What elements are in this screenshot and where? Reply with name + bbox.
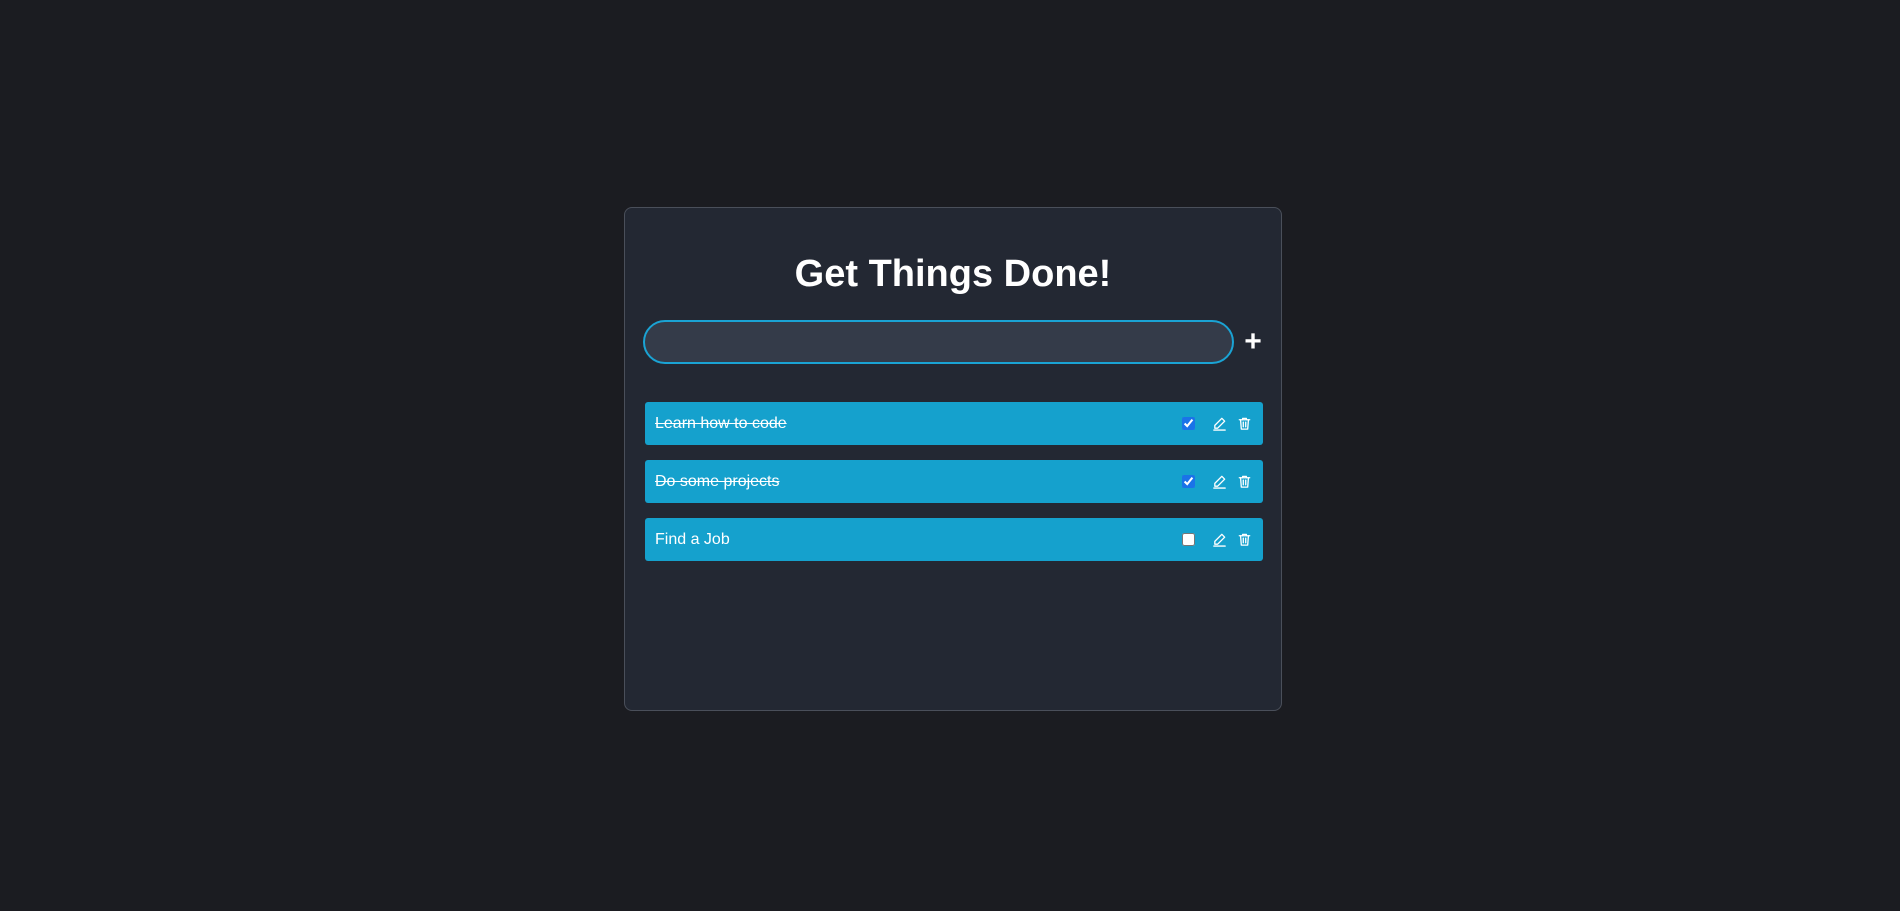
add-todo-form: + — [643, 320, 1265, 364]
delete-button[interactable] — [1236, 415, 1253, 432]
todo-item: Learn how to code — [645, 402, 1263, 445]
trash-icon — [1238, 533, 1251, 546]
page-title: Get Things Done! — [794, 253, 1112, 295]
complete-checkbox[interactable] — [1182, 417, 1195, 430]
edit-button[interactable] — [1211, 531, 1228, 548]
todo-text: Find a Job — [655, 530, 730, 548]
delete-button[interactable] — [1236, 531, 1253, 548]
todo-item: Do some projects — [645, 460, 1263, 503]
todo-text: Learn how to code — [655, 414, 787, 432]
add-todo-button[interactable]: + — [1239, 320, 1267, 364]
todo-actions — [1182, 531, 1253, 548]
todo-card: Get Things Done! + Learn how to code Do … — [624, 207, 1282, 711]
todo-input[interactable] — [643, 320, 1234, 364]
todo-text: Do some projects — [655, 472, 780, 490]
delete-button[interactable] — [1236, 473, 1253, 490]
edit-button[interactable] — [1211, 415, 1228, 432]
pencil-icon — [1213, 475, 1226, 489]
edit-button[interactable] — [1211, 473, 1228, 490]
todo-actions — [1182, 415, 1253, 432]
trash-icon — [1238, 475, 1251, 488]
pencil-icon — [1213, 417, 1226, 431]
todo-actions — [1182, 473, 1253, 490]
todo-list: Learn how to code Do some projects Find … — [645, 402, 1263, 576]
pencil-icon — [1213, 533, 1226, 547]
complete-checkbox[interactable] — [1182, 475, 1195, 488]
complete-checkbox[interactable] — [1182, 533, 1195, 546]
trash-icon — [1238, 417, 1251, 430]
todo-item: Find a Job — [645, 518, 1263, 561]
plus-icon: + — [1244, 325, 1262, 358]
